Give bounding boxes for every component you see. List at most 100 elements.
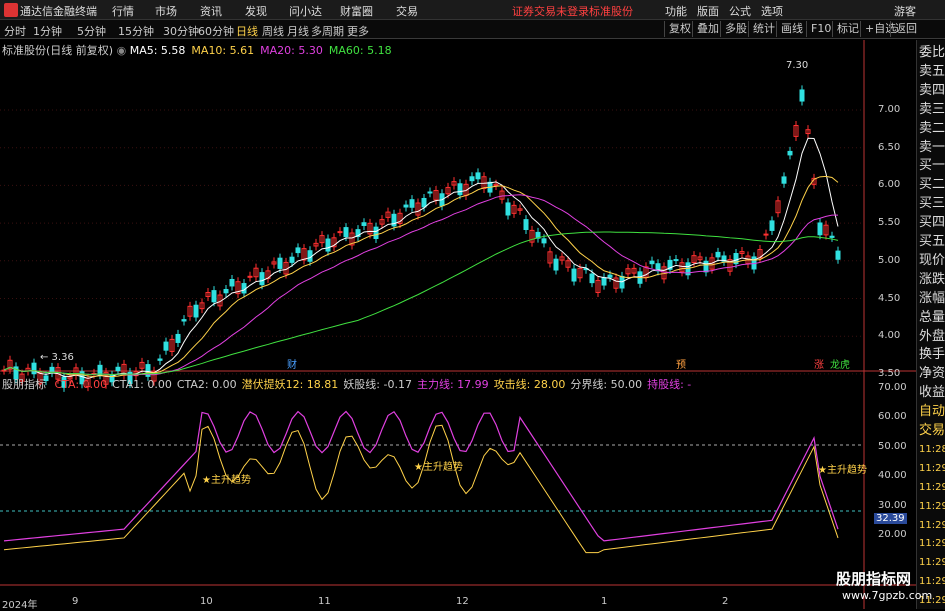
sub-chart-info: 股朋指标 CTA: 0.00 CTA1: 0.00 CTA2: 0.00 潜伏提妖12… xyxy=(2,376,691,392)
login-notice[interactable]: 证券交易未登录 xyxy=(512,3,589,19)
sidebar-item[interactable]: 交易 xyxy=(919,422,945,440)
menu-faxian[interactable]: 发现 xyxy=(245,3,267,19)
candle-body xyxy=(787,150,793,156)
sidebar-item[interactable]: 收益 xyxy=(919,384,945,402)
period-fenshi[interactable]: 分时 xyxy=(4,23,26,39)
indicator-line xyxy=(3,410,839,542)
x-axis-tick: 2 xyxy=(722,596,729,607)
x-axis-tick: 12 xyxy=(456,596,469,607)
period-week[interactable]: 周线 xyxy=(262,23,284,39)
sidebar-item[interactable]: 11:29 xyxy=(919,479,945,497)
event-marker: 财 xyxy=(287,358,297,371)
menu-caifuquan[interactable]: 财富圈 xyxy=(340,3,373,19)
sidebar-item[interactable]: 卖一 xyxy=(919,139,945,157)
candle-body xyxy=(409,199,415,208)
f10-button[interactable]: F10 xyxy=(806,21,835,37)
stats-button[interactable]: 统计 xyxy=(748,21,779,37)
indicator-label: 分界线: 50.00 xyxy=(570,378,643,391)
sidebar-item[interactable]: 涨跌 xyxy=(919,271,945,289)
chart-canvas[interactable]: 7.30 ← 3.36 财 预 涨龙虎 ★主升趋势 ★主升趋势 ★主升趋势 xyxy=(0,40,916,609)
sidebar-item[interactable]: 11:29 xyxy=(919,498,945,516)
sidebar-item[interactable]: 委比 xyxy=(919,44,945,62)
app-logo-icon xyxy=(4,3,18,17)
sidebar-item[interactable]: 11:29 xyxy=(919,554,945,572)
multi-stock-button[interactable]: 多股 xyxy=(720,21,751,37)
menu-jiaoyi[interactable]: 交易 xyxy=(396,3,418,19)
fuquan-button[interactable]: 复权 xyxy=(664,21,695,37)
menu-gongneng[interactable]: 功能 xyxy=(665,3,687,19)
period-1min[interactable]: 1分钟 xyxy=(33,23,62,39)
user-label[interactable]: 游客 xyxy=(894,3,916,19)
candle-body xyxy=(607,274,613,278)
y-axis-tick: 5.50 xyxy=(878,217,901,229)
indicator-label: 妖股线: -0.17 xyxy=(343,378,412,391)
sidebar-item[interactable]: 换手 xyxy=(919,346,945,364)
menu-hangqing[interactable]: 行情 xyxy=(112,3,134,19)
sidebar-item[interactable]: 净资 xyxy=(919,365,945,383)
x-axis-tick: 1 xyxy=(601,596,608,607)
sidebar-item[interactable]: 买二 xyxy=(919,176,945,194)
sidebar-item[interactable]: 11:28 xyxy=(919,441,945,459)
sidebar-item[interactable]: 11:29 xyxy=(919,517,945,535)
period-day[interactable]: 日线 xyxy=(236,23,258,39)
candle-body xyxy=(163,341,169,351)
period-15min[interactable]: 15分钟 xyxy=(118,23,154,39)
draw-line-button[interactable]: 画线 xyxy=(776,21,807,37)
period-multi[interactable]: 多周期 xyxy=(311,23,344,39)
sidebar-item[interactable]: 买四 xyxy=(919,214,945,232)
period-month[interactable]: 月线 xyxy=(287,23,309,39)
y-axis-tick: 3.50 xyxy=(878,367,901,379)
candle-body xyxy=(229,278,235,287)
sidebar-item[interactable]: 现价 xyxy=(919,252,945,270)
sidebar-item[interactable]: 买三 xyxy=(919,195,945,213)
mark-button[interactable]: 标记 xyxy=(832,21,863,37)
candle-body xyxy=(469,176,475,182)
menu-wenxiaoda[interactable]: 问小达 xyxy=(289,3,322,19)
low-price-label: ← 3.36 xyxy=(40,352,74,363)
ma-line xyxy=(3,194,839,376)
trend-label: ★主升趋势 xyxy=(202,473,251,486)
back-button[interactable]: 返回 xyxy=(890,21,921,37)
candle-body xyxy=(211,290,217,303)
period-60min[interactable]: 60分钟 xyxy=(198,23,234,39)
sidebar-item[interactable]: 卖四 xyxy=(919,82,945,100)
sidebar-item[interactable]: 卖三 xyxy=(919,101,945,119)
sidebar-item[interactable]: 总量 xyxy=(919,309,945,327)
y-axis-tick: 7.00 xyxy=(878,104,901,115)
candle-body xyxy=(247,275,253,278)
app-title: 通达信金融终端 xyxy=(20,5,97,18)
period-more[interactable]: 更多 xyxy=(347,23,369,39)
sidebar-item[interactable]: 11:29 xyxy=(919,535,945,553)
candle-body xyxy=(769,220,775,231)
ma-line xyxy=(3,137,839,379)
menu-zixun[interactable]: 资讯 xyxy=(200,3,222,19)
period-5min[interactable]: 5分钟 xyxy=(77,23,106,39)
menu-shichang[interactable]: 市场 xyxy=(155,3,177,19)
current-value-tag: 32.39 xyxy=(874,513,907,524)
menu-xuanxiang[interactable]: 选项 xyxy=(761,3,783,19)
sidebar-item[interactable]: 11:29 xyxy=(919,460,945,478)
sidebar-item[interactable]: 买五 xyxy=(919,233,945,251)
sidebar-item[interactable]: 卖五 xyxy=(919,63,945,81)
period-30min[interactable]: 30分钟 xyxy=(163,23,199,39)
x-axis-tick: 10 xyxy=(200,596,213,607)
candle-body xyxy=(817,222,823,236)
candle-body xyxy=(553,258,559,271)
indicator-label: CTA: 0.00 xyxy=(54,378,108,391)
menu-banmian[interactable]: 版面 xyxy=(697,3,719,19)
high-price-label: 7.30 xyxy=(786,60,808,71)
watermark-title: 股朋指标网 xyxy=(836,570,912,588)
candle-body xyxy=(457,183,463,196)
sidebar-item[interactable]: 涨幅 xyxy=(919,290,945,308)
sidebar-item[interactable]: 外盘 xyxy=(919,328,945,346)
sidebar-item[interactable]: 买一 xyxy=(919,157,945,175)
candle-body xyxy=(523,219,529,231)
y-axis-tick: 4.00 xyxy=(878,330,901,342)
sidebar-item[interactable]: 自动 xyxy=(919,403,945,421)
candle-body xyxy=(649,260,655,265)
candle-body xyxy=(31,362,37,375)
overlay-button[interactable]: 叠加 xyxy=(692,21,723,37)
candle-body xyxy=(97,364,103,376)
menu-gongshi[interactable]: 公式 xyxy=(729,3,751,19)
sidebar-item[interactable]: 卖二 xyxy=(919,120,945,138)
